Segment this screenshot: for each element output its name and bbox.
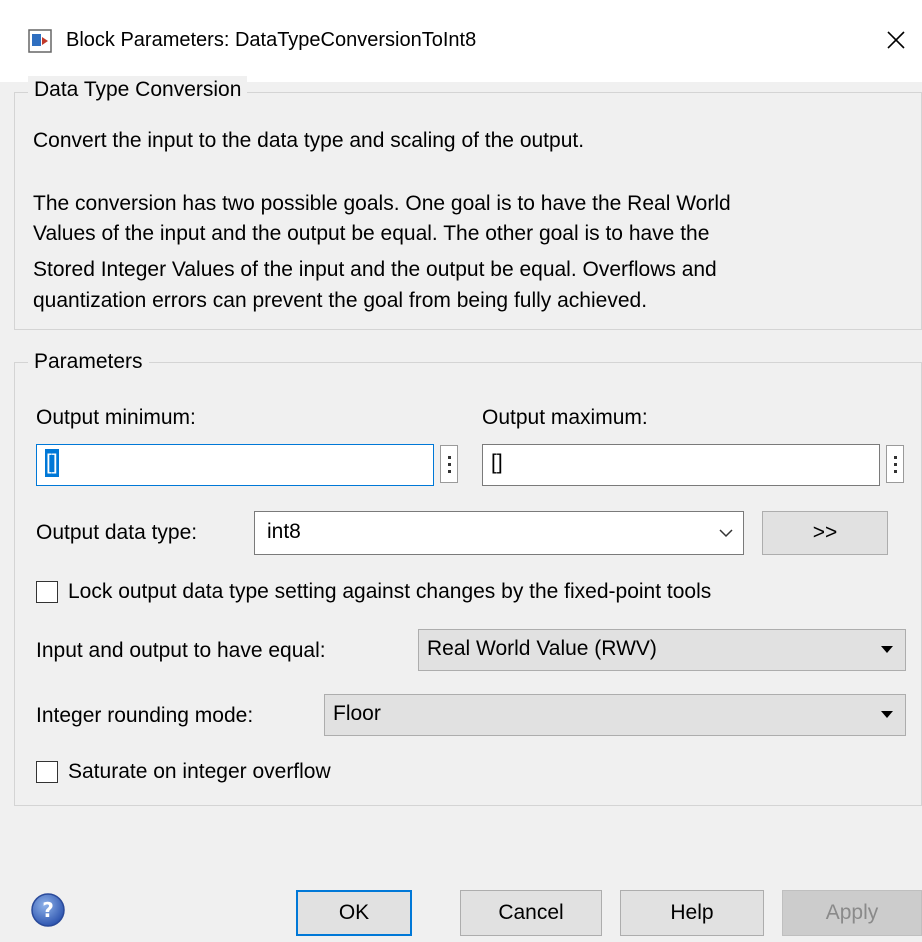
output-maximum-label: Output maximum: (482, 406, 648, 429)
integer-rounding-mode-dropdown[interactable]: Floor (324, 694, 906, 736)
output-maximum-actions-button[interactable] (886, 445, 904, 483)
output-data-type-label: Output data type: (36, 521, 198, 544)
description-group-legend: Data Type Conversion (28, 76, 248, 104)
description-line-1: Convert the input to the data type and s… (33, 129, 585, 152)
output-minimum-input[interactable]: [] (36, 444, 434, 486)
description-para2-line1: The conversion has two possible goals. O… (33, 192, 731, 215)
apply-button-label: Apply (825, 901, 879, 924)
integer-rounding-mode-value: Floor (333, 702, 381, 725)
saturate-on-overflow-checkbox[interactable] (36, 761, 58, 783)
output-minimum-label: Output minimum: (36, 406, 196, 429)
show-data-type-assistant-button[interactable]: >> (762, 511, 888, 555)
ok-button[interactable]: OK (296, 890, 412, 936)
input-output-equal-value: Real World Value (RWV) (427, 637, 657, 660)
cancel-button-label: Cancel (498, 901, 564, 924)
parameters-group-legend: Parameters (28, 348, 149, 376)
title-bar: Block Parameters: DataTypeConversionToIn… (0, 0, 922, 82)
cancel-button[interactable]: Cancel (460, 890, 602, 936)
svg-text:?: ? (42, 898, 54, 922)
input-output-equal-dropdown[interactable]: Real World Value (RWV) (418, 629, 906, 671)
input-output-equal-label: Input and output to have equal: (36, 639, 326, 662)
close-icon (887, 31, 905, 49)
description-para2-line2: Values of the input and the output be eq… (33, 222, 710, 245)
description-para2-line3: Stored Integer Values of the input and t… (33, 258, 717, 281)
dropdown-arrow-icon (881, 695, 893, 735)
output-minimum-actions-button[interactable] (440, 445, 458, 483)
output-maximum-input[interactable]: [] (482, 444, 880, 486)
output-minimum-value: [] (45, 449, 59, 478)
lock-output-data-type-label: Lock output data type setting against ch… (68, 580, 712, 603)
close-button[interactable] (876, 22, 916, 58)
help-icon[interactable]: ? (30, 892, 66, 928)
simulink-block-icon (28, 29, 52, 53)
saturate-on-overflow-label: Saturate on integer overflow (68, 760, 331, 783)
output-maximum-value: [] (491, 451, 503, 474)
chevron-down-icon (719, 512, 733, 554)
help-button[interactable]: Help (620, 890, 764, 936)
dropdown-arrow-icon (881, 630, 893, 670)
lock-output-data-type-checkbox[interactable] (36, 581, 58, 603)
ok-button-label: OK (338, 901, 370, 924)
output-data-type-value: int8 (267, 520, 301, 543)
integer-rounding-mode-label: Integer rounding mode: (36, 704, 254, 727)
window-title: Block Parameters: DataTypeConversionToIn… (66, 29, 477, 51)
description-para2-line4: quantization errors can prevent the goal… (33, 289, 648, 312)
output-data-type-combobox[interactable]: int8 (254, 511, 744, 555)
help-button-label: Help (670, 901, 714, 924)
apply-button[interactable]: Apply (782, 890, 922, 936)
show-data-type-assistant-label: >> (812, 521, 838, 544)
